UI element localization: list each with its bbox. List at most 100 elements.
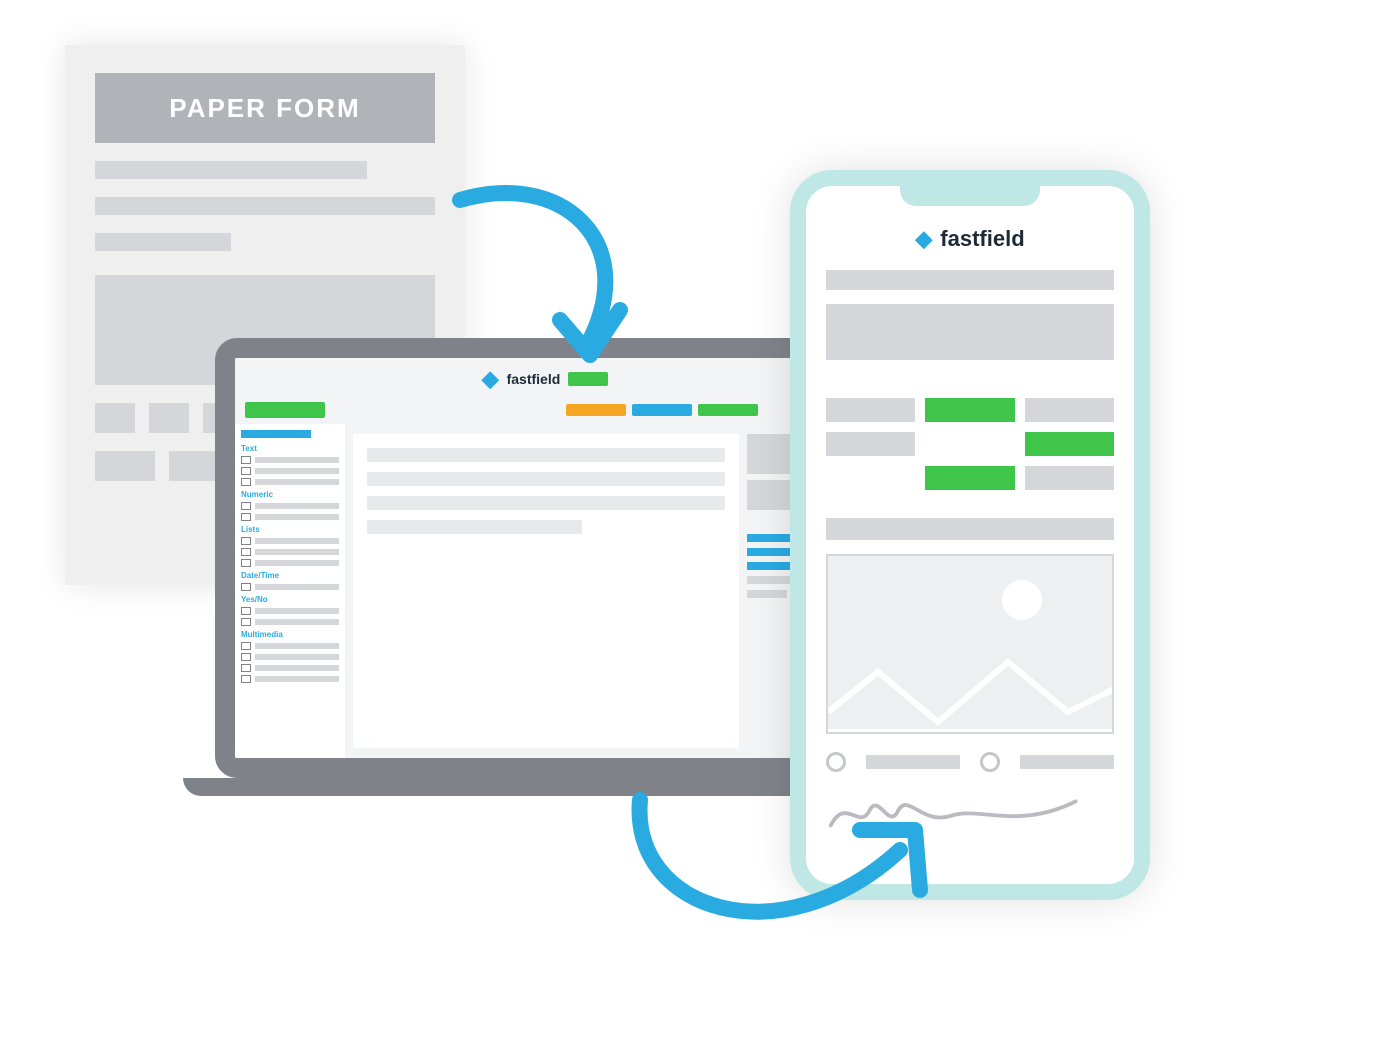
sidebar-field-item[interactable] [241, 653, 339, 661]
field-icon [241, 675, 251, 683]
sidebar-field-item[interactable] [241, 478, 339, 486]
form-spacer [925, 432, 1014, 456]
sidebar-field-item[interactable] [241, 583, 339, 591]
field-icon [241, 513, 251, 521]
toolbar-tab-blue[interactable] [632, 404, 692, 416]
sidebar-category: Date/Time [241, 571, 339, 580]
toolbar-tab-green[interactable] [698, 404, 758, 416]
field-icon [241, 478, 251, 486]
form-value[interactable] [1025, 398, 1114, 422]
sidebar-field-item[interactable] [241, 548, 339, 556]
sidebar-field-item[interactable] [241, 456, 339, 464]
brand-name: fastfield [940, 226, 1024, 252]
sidebar-field-item[interactable] [241, 618, 339, 626]
sidebar-field-item[interactable] [241, 537, 339, 545]
sidebar-category: Numeric [241, 490, 339, 499]
arrow-laptop-to-phone-icon [620, 760, 950, 960]
form-label [826, 398, 915, 422]
canvas-field-placeholder [367, 520, 582, 534]
field-label-placeholder [255, 584, 339, 590]
field-icon [241, 467, 251, 475]
field-icon [241, 642, 251, 650]
mountain-icon [828, 642, 1114, 732]
field-label-placeholder [255, 560, 339, 566]
field-label-placeholder [255, 549, 339, 555]
laptop-screen: ◆ fastfield Text Numeric L [215, 338, 875, 778]
sidebar-active-indicator [241, 430, 311, 438]
form-row [826, 398, 1114, 422]
field-label-placeholder [255, 619, 339, 625]
canvas-field-placeholder [367, 496, 725, 510]
toolbar-button-primary[interactable] [245, 402, 325, 418]
canvas-field-placeholder [367, 448, 725, 462]
arrow-paper-to-laptop-icon [440, 170, 660, 390]
form-value[interactable] [1025, 466, 1114, 490]
field-icon [241, 653, 251, 661]
field-icon [241, 456, 251, 464]
toolbar-tab-orange[interactable] [566, 404, 626, 416]
sidebar-category: Yes/No [241, 595, 339, 604]
field-label-placeholder [255, 643, 339, 649]
property-label [747, 590, 787, 598]
form-canvas[interactable] [353, 434, 739, 748]
field-icon [241, 618, 251, 626]
phone-notch [900, 184, 1040, 206]
sidebar-category: Multimedia [241, 630, 339, 639]
phone-header: ◆ fastfield [826, 226, 1114, 252]
sidebar-field-item[interactable] [241, 664, 339, 672]
sidebar-field-item[interactable] [241, 642, 339, 650]
form-builder-sidebar: Text Numeric Lists Date/Time Yes/No Mult… [235, 424, 345, 758]
field-icon [241, 502, 251, 510]
radio-label [1020, 755, 1114, 769]
field-label-placeholder [255, 538, 339, 544]
laptop-toolbar [235, 396, 855, 424]
field-icon [241, 664, 251, 672]
field-label-placeholder [255, 676, 339, 682]
form-spacer [826, 466, 915, 490]
paper-text-line [95, 161, 367, 179]
sidebar-field-item[interactable] [241, 607, 339, 615]
field-icon [241, 607, 251, 615]
field-icon [241, 537, 251, 545]
sidebar-field-item[interactable] [241, 513, 339, 521]
paper-text-line [95, 197, 435, 215]
brand-logo-icon: ◆ [915, 226, 932, 252]
sidebar-field-item[interactable] [241, 502, 339, 510]
radio-option[interactable] [980, 752, 1000, 772]
paper-form-title: PAPER FORM [95, 73, 435, 143]
sun-icon [1002, 580, 1042, 620]
paper-text-line [95, 233, 231, 251]
laptop-body: Text Numeric Lists Date/Time Yes/No Mult… [235, 424, 855, 758]
field-icon [241, 548, 251, 556]
sidebar-field-item[interactable] [241, 675, 339, 683]
field-label-placeholder [255, 665, 339, 671]
sidebar-field-item[interactable] [241, 467, 339, 475]
form-text-block [826, 304, 1114, 360]
field-label-placeholder [255, 468, 339, 474]
form-label [826, 432, 915, 456]
paper-cell [149, 403, 189, 433]
field-label-placeholder [255, 479, 339, 485]
form-row [826, 432, 1114, 456]
form-row [826, 466, 1114, 490]
field-icon [241, 583, 251, 591]
field-label-placeholder [255, 457, 339, 463]
form-value-positive[interactable] [925, 398, 1014, 422]
form-value-positive[interactable] [1025, 432, 1114, 456]
canvas-field-placeholder [367, 472, 725, 486]
paper-cell [95, 403, 135, 433]
field-label-placeholder [255, 514, 339, 520]
field-label-placeholder [255, 503, 339, 509]
field-label-placeholder [255, 654, 339, 660]
field-icon [241, 559, 251, 567]
sidebar-category: Text [241, 444, 339, 453]
photo-placeholder[interactable] [826, 554, 1114, 734]
laptop-device: ◆ fastfield Text Numeric L [215, 338, 875, 796]
form-title-bar [826, 270, 1114, 290]
sidebar-field-item[interactable] [241, 559, 339, 567]
field-label-placeholder [255, 608, 339, 614]
form-section-divider [826, 518, 1114, 540]
form-value-positive[interactable] [925, 466, 1014, 490]
paper-cell [95, 451, 155, 481]
sidebar-category: Lists [241, 525, 339, 534]
